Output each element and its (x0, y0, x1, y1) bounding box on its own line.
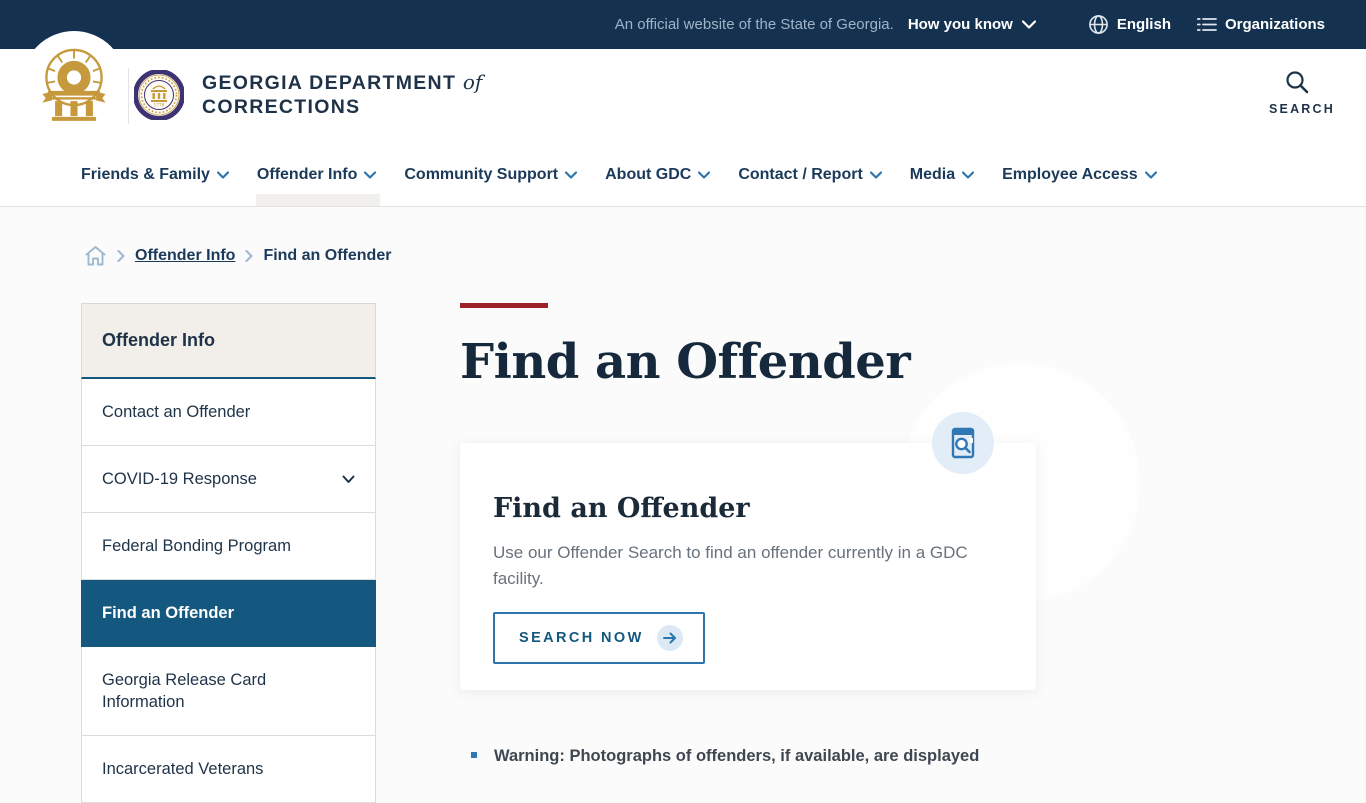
header-divider (128, 68, 129, 124)
nav-item-media[interactable]: Media (909, 165, 975, 184)
organizations-link[interactable]: Organizations (1196, 16, 1325, 33)
main-nav: Friends & Family Offender Info Community… (0, 143, 1366, 207)
chevron-down-icon (1144, 170, 1157, 179)
arrow-right-icon (656, 625, 683, 651)
search-icon (1286, 71, 1309, 94)
language-selector[interactable]: English (1088, 14, 1171, 35)
sidebar-item-label: Contact an Offender (102, 403, 251, 421)
svg-text:1776: 1776 (154, 103, 165, 108)
chevron-down-icon (869, 170, 882, 179)
warning-text: Warning: Photographs of offenders, if av… (494, 747, 980, 765)
nav-item-about-gdc[interactable]: About GDC (605, 165, 711, 184)
nav-item-employee-access[interactable]: Employee Access (1002, 165, 1157, 184)
agency-line1: GEORGIA DEPARTMENT (202, 72, 457, 94)
georgia-arch-logo[interactable] (22, 31, 126, 135)
site-header: 1776 GEORGIA DEPARTMENT of CORRECTIONS S… (0, 31, 1366, 143)
nav-item-offender-info[interactable]: Offender Info (256, 165, 377, 184)
search-now-button[interactable]: SEARCH NOW (493, 612, 705, 664)
nav-item-label: Media (909, 165, 956, 183)
chevron-down-icon[interactable] (342, 475, 355, 484)
sidebar-item-federal-bonding-program[interactable]: Federal Bonding Program (81, 513, 376, 580)
search-button[interactable]: SEARCH (1269, 69, 1335, 116)
search-now-label: SEARCH NOW (519, 630, 644, 646)
bullet-icon (471, 752, 477, 758)
agency-title[interactable]: GEORGIA DEPARTMENT of CORRECTIONS (202, 70, 482, 119)
search-label: SEARCH (1269, 102, 1335, 116)
breadcrumb-link-offender-info[interactable]: Offender Info (135, 247, 235, 265)
section-sidebar: Offender Info Contact an Offender COVID-… (81, 303, 376, 803)
globe-icon (1088, 14, 1109, 35)
chevron-down-icon (698, 170, 711, 179)
sidebar-item-find-an-offender[interactable]: Find an Offender (81, 580, 376, 647)
nav-item-label: Contact / Report (738, 165, 863, 183)
warning-list-item: Warning: Photographs of offenders, if av… (460, 744, 1036, 768)
agency-of: of (462, 70, 483, 94)
sidebar-item-label: Incarcerated Veterans (102, 760, 264, 778)
title-accent-bar (460, 303, 548, 308)
sidebar-item-contact-an-offender[interactable]: Contact an Offender (81, 379, 376, 446)
nav-item-community-support[interactable]: Community Support (404, 165, 578, 184)
sidebar-item-label: COVID-19 Response (102, 470, 257, 488)
chevron-down-icon (364, 170, 377, 179)
official-bar: An official website of the State of Geor… (0, 0, 1366, 49)
chevron-down-icon (565, 170, 578, 179)
sidebar-item-covid-19-response[interactable]: COVID-19 Response (81, 446, 376, 513)
card-icon-badge (932, 412, 994, 474)
sidebar-item-label: Find an Offender (102, 604, 234, 622)
organizations-label: Organizations (1224, 16, 1325, 33)
breadcrumb: Offender Info Find an Offender (0, 207, 1366, 267)
nav-item-label: Friends & Family (81, 165, 210, 183)
page-title: Find an Offender (460, 334, 911, 390)
breadcrumb-separator-icon (245, 250, 253, 262)
main-content: Find an Offender Find an Offender Use ou… (460, 303, 1140, 768)
card-description: Use our Offender Search to find an offen… (493, 543, 968, 588)
sidebar-item-incarcerated-veterans[interactable]: Incarcerated Veterans (81, 736, 376, 803)
nav-active-indicator (256, 194, 380, 206)
language-label: English (1116, 16, 1171, 33)
chevron-down-icon (1021, 20, 1036, 29)
sidebar-title[interactable]: Offender Info (81, 303, 376, 379)
gdc-seal: 1776 (134, 70, 184, 120)
nav-item-label: About GDC (605, 165, 692, 183)
nav-item-label: Community Support (404, 165, 559, 183)
sidebar-item-label: Federal Bonding Program (102, 537, 291, 555)
document-search-icon (951, 427, 975, 459)
chevron-down-icon (962, 170, 975, 179)
sidebar-item-georgia-release-card-information[interactable]: Georgia Release Card Information (81, 647, 376, 736)
georgia-arch-icon (42, 48, 106, 121)
sidebar-title-label: Offender Info (102, 330, 215, 350)
list-icon (1196, 16, 1217, 33)
how-you-know-label: How you know (907, 16, 1013, 33)
how-you-know-toggle[interactable]: How you know (908, 16, 1036, 33)
nav-item-friends-family[interactable]: Friends & Family (81, 166, 229, 184)
official-message: An official website of the State of Geor… (614, 16, 894, 33)
breadcrumb-current: Find an Offender (263, 247, 392, 264)
chevron-down-icon (216, 170, 229, 179)
nav-item-label: Offender Info (256, 165, 358, 183)
sidebar-item-label: Georgia Release Card Information (102, 671, 267, 711)
card-title: Find an Offender (493, 493, 750, 524)
nav-item-contact-report[interactable]: Contact / Report (738, 165, 882, 184)
home-icon[interactable] (84, 245, 107, 267)
agency-line2: CORRECTIONS (202, 96, 361, 118)
nav-item-label: Employee Access (1002, 165, 1138, 183)
find-offender-card: Find an Offender Use our Offender Search… (460, 412, 1036, 690)
breadcrumb-separator-icon (117, 250, 125, 262)
